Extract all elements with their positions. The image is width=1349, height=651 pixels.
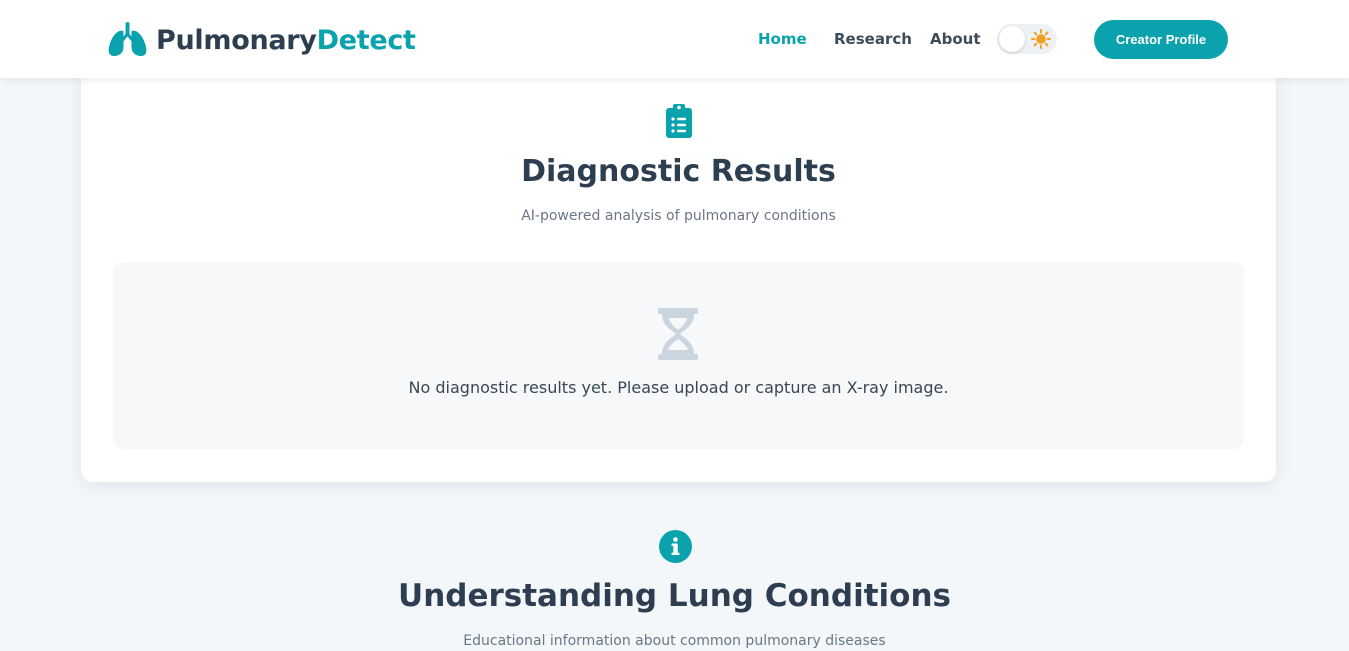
- info-circle-icon: [659, 530, 692, 563]
- nav-home-link[interactable]: Home: [758, 30, 807, 48]
- empty-results-box: No diagnostic results yet. Please upload…: [113, 262, 1244, 449]
- conditions-title: Understanding Lung Conditions: [398, 578, 951, 614]
- hourglass-icon: [658, 308, 698, 360]
- nav-research-link[interactable]: Research: [834, 30, 912, 48]
- brand-logo[interactable]: PulmonaryDetect: [107, 22, 416, 58]
- diagnostic-results-card: Diagnostic Results AI-powered analysis o…: [81, 60, 1276, 482]
- theme-toggle[interactable]: [997, 24, 1057, 54]
- conditions-subtitle: Educational information about common pul…: [463, 633, 886, 649]
- top-navbar: PulmonaryDetect Home Research About Crea…: [0, 0, 1349, 78]
- clipboard-list-icon: [666, 104, 692, 138]
- lungs-icon: [108, 22, 147, 56]
- creator-profile-button[interactable]: Creator Profile: [1094, 20, 1228, 59]
- brand-name: PulmonaryDetect: [156, 24, 416, 56]
- empty-results-message: No diagnostic results yet. Please upload…: [408, 378, 949, 397]
- sun-icon: [1031, 29, 1051, 49]
- results-title: Diagnostic Results: [521, 154, 836, 189]
- nav-about-link[interactable]: About: [930, 30, 981, 48]
- results-subtitle: AI-powered analysis of pulmonary conditi…: [521, 208, 836, 224]
- toggle-knob: [999, 26, 1025, 52]
